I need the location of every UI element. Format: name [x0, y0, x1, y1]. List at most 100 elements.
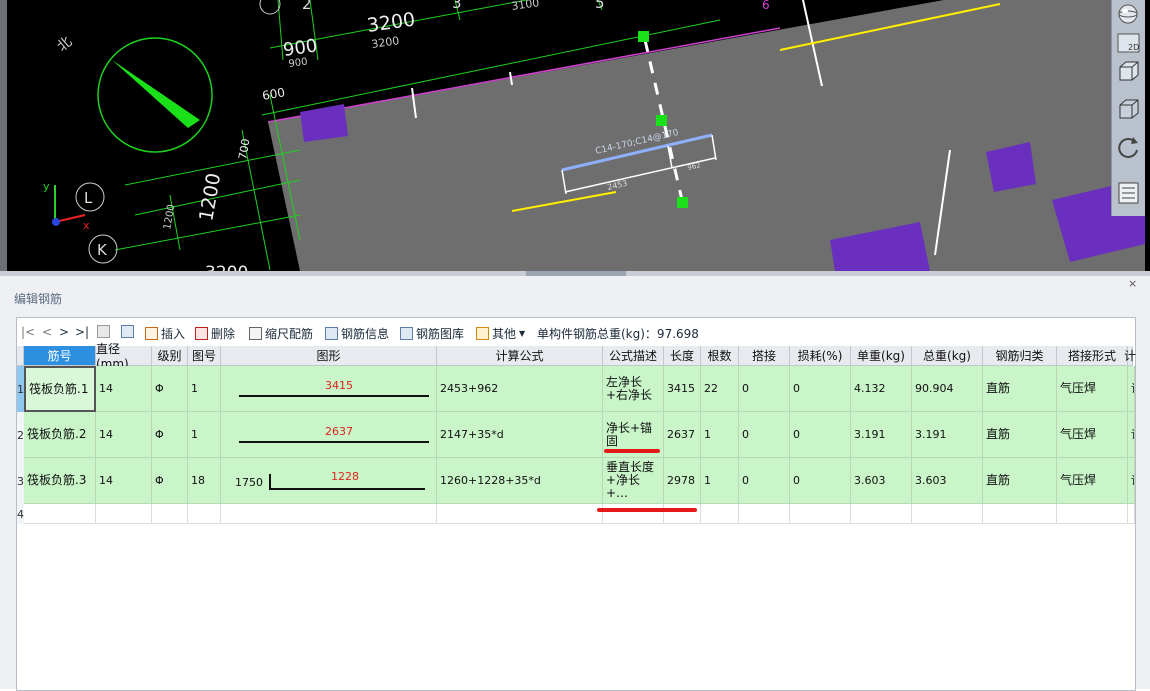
col-lap-type-cell[interactable]: 气压焊 [1057, 458, 1128, 504]
view-solid-icon[interactable] [1115, 96, 1142, 122]
nav-last-button[interactable]: >| [75, 325, 89, 339]
cad-drawing[interactable]: 北 L K 2 3 5 6 3200 3200 3100 900 900 600… [0, 0, 1150, 271]
col-unit-weight-cell[interactable]: 3.191 [851, 412, 912, 458]
col-grade-cell[interactable]: Φ [152, 366, 188, 412]
rotate-icon[interactable] [1115, 134, 1142, 160]
col-category-cell[interactable]: 直筋 [983, 458, 1057, 504]
col-figure-no-cell[interactable]: 1 [188, 412, 221, 458]
col-formula-cell[interactable]: 2147+35*d [437, 412, 603, 458]
col-figure-no-header[interactable]: 图号 [188, 346, 221, 366]
col-lap-header[interactable]: 搭接 [739, 346, 790, 366]
col-lap-type-cell[interactable]: 气压焊 [1057, 412, 1128, 458]
table-row[interactable]: 1 筏板负筋.1 14 Φ 1 3415 2453+962 左净长+右净长 3415 22 0 0 4.… [17, 366, 1135, 412]
empty-cell[interactable] [437, 504, 603, 524]
col-unit-weight-cell[interactable]: 3.603 [851, 458, 912, 504]
col-shape-cell[interactable]: 1750 1228 [221, 458, 437, 504]
row-number[interactable]: 1 [17, 366, 24, 412]
col-shape-cell[interactable]: 2637 [221, 412, 437, 458]
grip-mid[interactable] [656, 115, 667, 126]
nav-first-button[interactable]: |< [21, 325, 35, 339]
col-jinhao-cell[interactable]: 筏板负筋.3 [24, 458, 96, 504]
col-lap-type-cell[interactable]: 气压焊 [1057, 366, 1128, 412]
grip-bottom[interactable] [677, 197, 688, 208]
empty-cell[interactable] [96, 504, 152, 524]
col-lap-type-header[interactable]: 搭接形式 [1057, 346, 1128, 366]
col-extra-header[interactable]: 计 [1124, 346, 1136, 366]
col-extra-cell[interactable]: 请 [1128, 458, 1135, 504]
col-length-cell[interactable]: 3415 [664, 366, 701, 412]
col-formula-desc-cell[interactable]: 垂直长度+净长+… [603, 458, 664, 504]
move-up-button[interactable] [97, 325, 110, 338]
table-row[interactable]: 2 筏板负筋.2 14 Φ 1 2637 2147+35*d 净长+锚固 2637 1 0 0 3.19… [17, 412, 1135, 458]
col-lap-cell[interactable]: 0 [739, 366, 790, 412]
col-category-cell[interactable]: 直筋 [983, 366, 1057, 412]
col-formula-cell[interactable]: 2453+962 [437, 366, 603, 412]
col-grade-cell[interactable]: Φ [152, 458, 188, 504]
col-diameter-cell[interactable]: 14 [96, 412, 152, 458]
row-number[interactable]: 4 [17, 504, 24, 524]
table-row-empty[interactable]: 4 [17, 504, 1135, 524]
row-number[interactable]: 2 [17, 412, 24, 458]
grip-top[interactable] [638, 31, 649, 42]
col-diameter-cell[interactable]: 14 [96, 366, 152, 412]
delete-button[interactable]: 删除 [195, 325, 235, 342]
col-formula-cell[interactable]: 1260+1228+35*d [437, 458, 603, 504]
col-loss-cell[interactable]: 0 [790, 412, 851, 458]
col-total-weight-header[interactable]: 总重(kg) [912, 346, 983, 366]
col-formula-header[interactable]: 计算公式 [437, 346, 603, 366]
col-count-cell[interactable]: 22 [701, 366, 739, 412]
nav-next-button[interactable]: > [59, 325, 69, 339]
scale-rebar-button[interactable]: 缩尺配筋 [249, 325, 313, 342]
rebar-info-button[interactable]: 钢筋信息 [325, 325, 389, 342]
close-icon[interactable]: × [1128, 277, 1137, 290]
col-grade-header[interactable]: 级别 [152, 346, 188, 366]
col-loss-cell[interactable]: 0 [790, 366, 851, 412]
empty-cell[interactable] [152, 504, 188, 524]
empty-cell[interactable] [1128, 504, 1135, 524]
empty-cell[interactable] [603, 504, 664, 524]
row-number[interactable]: 3 [17, 458, 24, 504]
col-length-cell[interactable]: 2637 [664, 412, 701, 458]
col-diameter-header[interactable]: 直径(mm) [96, 342, 152, 371]
col-lap-cell[interactable]: 0 [739, 458, 790, 504]
col-formula-desc-header[interactable]: 公式描述 [603, 346, 664, 366]
col-category-header[interactable]: 钢筋归类 [983, 346, 1057, 366]
view-2d-icon[interactable]: 2D [1115, 30, 1142, 56]
empty-cell[interactable] [790, 504, 851, 524]
empty-cell[interactable] [188, 504, 221, 524]
col-count-cell[interactable]: 1 [701, 458, 739, 504]
col-shape-header[interactable]: 图形 [221, 346, 437, 366]
empty-cell[interactable] [664, 504, 701, 524]
col-count-cell[interactable]: 1 [701, 412, 739, 458]
col-jinhao-cell[interactable]: 筏板负筋.1 [24, 366, 96, 412]
col-diameter-cell[interactable]: 14 [96, 458, 152, 504]
empty-cell[interactable] [1057, 504, 1128, 524]
empty-cell[interactable] [221, 504, 437, 524]
col-formula-desc-cell[interactable]: 左净长+右净长 [603, 366, 664, 412]
col-extra-cell[interactable]: 请 [1128, 366, 1135, 412]
cad-viewport[interactable]: 北 L K 2 3 5 6 3200 3200 3100 900 900 600… [0, 0, 1150, 271]
col-loss-header[interactable]: 损耗(%) [790, 346, 851, 366]
col-total-weight-cell[interactable]: 3.603 [912, 458, 983, 504]
col-unit-weight-cell[interactable]: 4.132 [851, 366, 912, 412]
col-extra-cell[interactable]: 请 [1128, 412, 1135, 458]
empty-cell[interactable] [739, 504, 790, 524]
table-row[interactable]: 3 筏板负筋.3 14 Φ 18 1750 1228 1260+1228+35*d 垂直长度+净… [17, 458, 1135, 504]
col-shape-cell[interactable]: 3415 [221, 366, 437, 412]
col-total-weight-cell[interactable]: 90.904 [912, 366, 983, 412]
insert-button[interactable]: 插入 [145, 325, 185, 342]
empty-cell[interactable] [851, 504, 912, 524]
col-length-cell[interactable]: 2978 [664, 458, 701, 504]
empty-cell[interactable] [912, 504, 983, 524]
view-3d-box-icon[interactable] [1115, 58, 1142, 84]
layer-icon[interactable] [1115, 180, 1142, 206]
col-lap-cell[interactable]: 0 [739, 412, 790, 458]
col-unit-weight-header[interactable]: 单重(kg) [851, 346, 912, 366]
col-length-header[interactable]: 长度 [664, 346, 701, 366]
other-button[interactable]: 其他 ▼ [476, 325, 525, 342]
col-jinhao-cell[interactable]: 筏板负筋.2 [24, 412, 96, 458]
col-loss-cell[interactable]: 0 [790, 458, 851, 504]
move-down-button[interactable] [121, 325, 134, 338]
col-jinhao-header[interactable]: 筋号 [24, 346, 96, 366]
empty-cell[interactable] [701, 504, 739, 524]
